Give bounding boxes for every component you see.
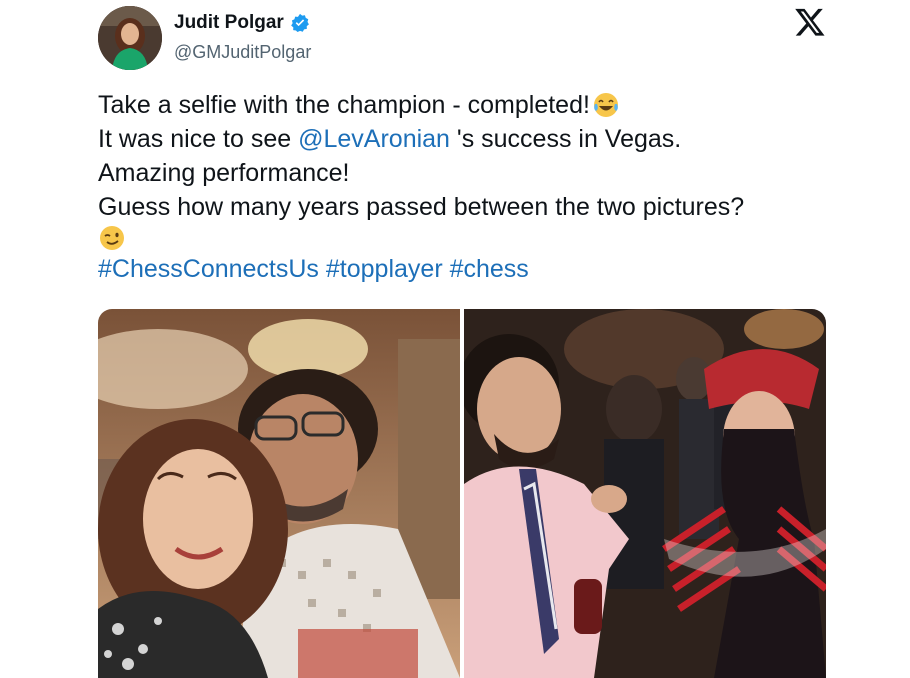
tweet-line-5: [98, 224, 858, 252]
avatar[interactable]: [98, 6, 162, 70]
verified-badge-icon: [290, 13, 309, 33]
avatar-image: [98, 6, 162, 70]
selfie-photo-image: [98, 309, 460, 678]
winking-face-emoji-icon: [100, 226, 124, 250]
x-logo-icon[interactable]: [794, 6, 826, 38]
hashtag-link[interactable]: #ChessConnectsUs: [98, 252, 319, 286]
hashtags-line: #ChessConnectsUs #topplayer #chess: [98, 252, 858, 286]
hashtag-link[interactable]: #topplayer: [326, 252, 443, 286]
old-photo[interactable]: [464, 309, 826, 678]
tweet-media: [98, 309, 826, 678]
tweet-line-1: Take a selfie with the champion - comple…: [98, 88, 858, 122]
tweet-text: Take a selfie with the champion - comple…: [98, 88, 858, 286]
tweet-line-2-prefix: It was nice to see: [98, 125, 299, 153]
name-row: Judit Polgar: [174, 12, 310, 34]
tweet-line-4: Guess how many years passed between the …: [98, 193, 745, 221]
old-photo-image: [464, 309, 826, 678]
display-name[interactable]: Judit Polgar: [174, 12, 284, 34]
tweet-line-1-text: Take a selfie with the champion - comple…: [98, 91, 590, 119]
user-handle[interactable]: @GMJuditPolgar: [174, 42, 311, 63]
tweet-header: Judit Polgar @GMJuditPolgar: [98, 6, 838, 70]
tears-of-joy-emoji-icon: [593, 93, 618, 117]
tweet-line-2-suffix: 's success in Vegas.: [449, 125, 682, 153]
selfie-photo[interactable]: [98, 309, 460, 678]
mention-link[interactable]: @LevAronian: [298, 122, 450, 156]
hashtag-link[interactable]: #chess: [450, 252, 529, 286]
tweet-line-2: It was nice to see @LevAronian 's succes…: [98, 122, 858, 156]
tweet-line-3: Amazing performance!: [98, 159, 350, 187]
